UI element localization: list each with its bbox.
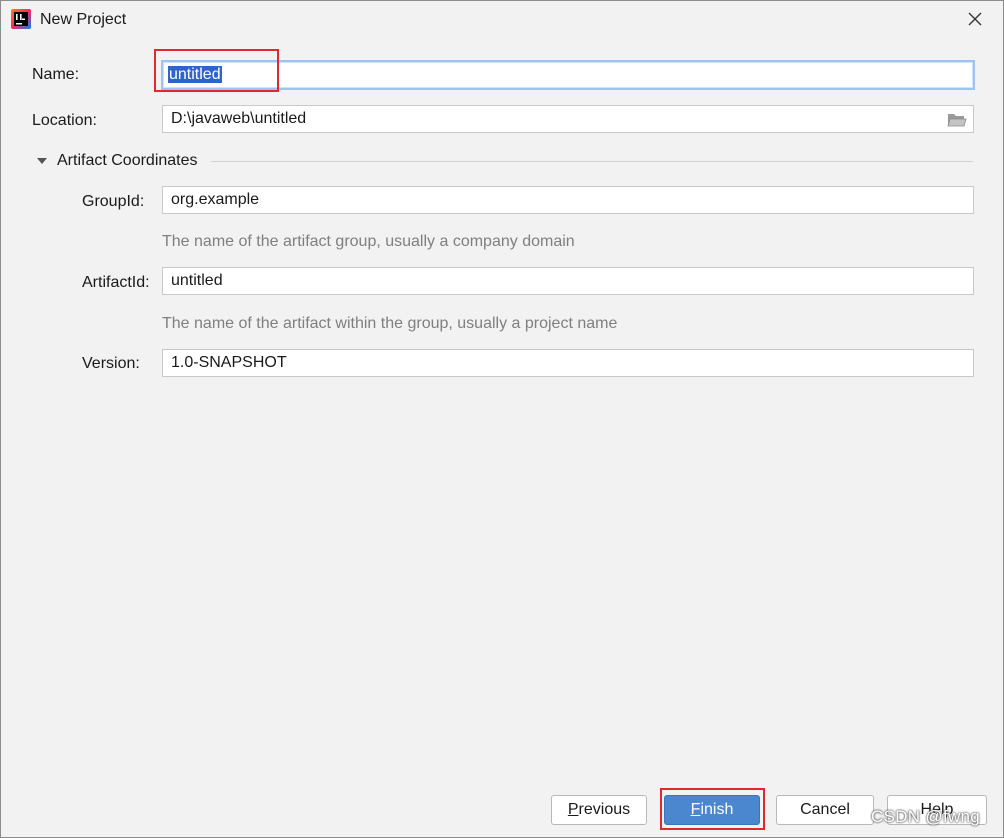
finish-label-rest: inish bbox=[700, 801, 734, 818]
groupid-input[interactable] bbox=[162, 186, 974, 214]
triangle-down-icon bbox=[37, 158, 47, 164]
window-title: New Project bbox=[40, 11, 127, 28]
groupid-hint: The name of the artifact group, usually … bbox=[162, 233, 575, 250]
groupid-label: GroupId: bbox=[82, 193, 145, 210]
folder-icon[interactable] bbox=[947, 111, 967, 129]
name-input-value: untitled bbox=[168, 65, 222, 85]
close-button[interactable] bbox=[963, 7, 987, 31]
location-input[interactable] bbox=[162, 105, 974, 133]
cancel-button[interactable]: Cancel bbox=[776, 795, 874, 825]
location-label: Location: bbox=[32, 112, 97, 129]
new-project-dialog: New Project Name: untitled Location: Art… bbox=[0, 0, 1004, 838]
version-input[interactable] bbox=[162, 349, 974, 377]
version-label: Version: bbox=[82, 355, 140, 372]
title-bar: New Project bbox=[1, 1, 1003, 39]
previous-label-rest: revious bbox=[578, 801, 631, 818]
name-selected-text: untitled bbox=[168, 66, 222, 83]
previous-mnemonic: P bbox=[567, 801, 579, 818]
previous-button[interactable]: Previous bbox=[551, 795, 647, 825]
name-input[interactable] bbox=[161, 60, 975, 90]
artifactid-input[interactable] bbox=[162, 267, 974, 295]
artifact-section-toggle[interactable] bbox=[36, 154, 48, 166]
artifact-section-label[interactable]: Artifact Coordinates bbox=[57, 152, 198, 170]
watermark: CSDN @fwng bbox=[871, 807, 981, 826]
section-divider bbox=[211, 161, 973, 162]
intellij-idea-icon bbox=[11, 9, 31, 29]
finish-mnemonic: F bbox=[690, 801, 701, 818]
name-label: Name: bbox=[32, 66, 80, 83]
finish-button[interactable]: Finish bbox=[664, 795, 760, 825]
artifactid-label: ArtifactId: bbox=[82, 274, 150, 291]
artifactid-hint: The name of the artifact within the grou… bbox=[162, 315, 618, 332]
close-icon bbox=[968, 12, 982, 26]
